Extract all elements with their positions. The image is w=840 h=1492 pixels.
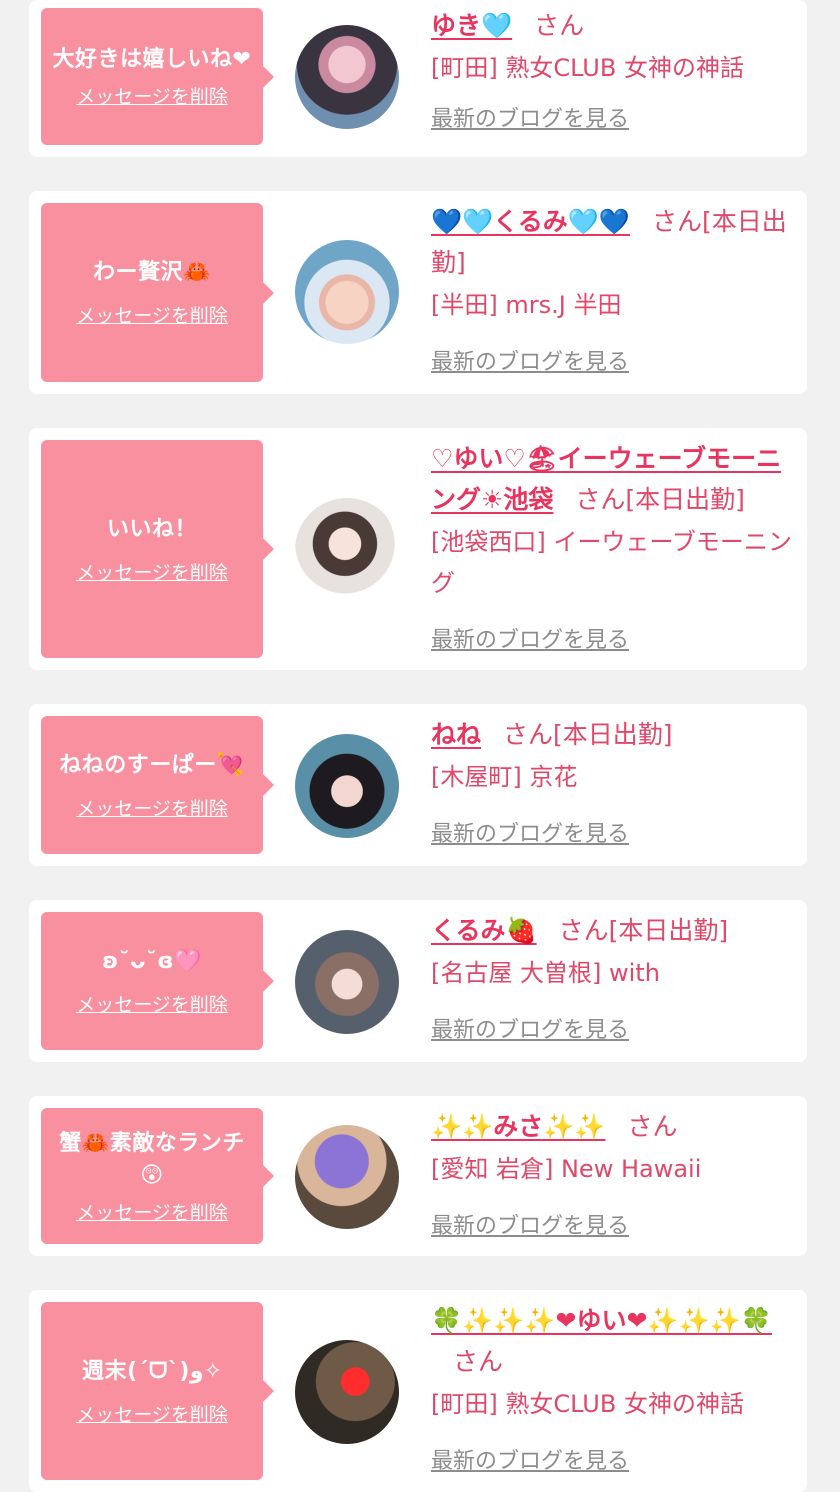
message-text: わー贅沢🦀 — [93, 260, 211, 285]
message-text: 大好きは嬉しいね❤ — [52, 47, 252, 72]
view-blog-link[interactable]: 最新のブログを見る — [431, 622, 629, 654]
message-bubble: 大好きは嬉しいね❤ メッセージを削除 — [41, 8, 274, 145]
shop-info: [愛知 岩倉] New Hawaii — [431, 1155, 702, 1183]
message-bubble: ʚ˘ᴗ˘ɞ🩷 メッセージを削除 — [41, 912, 274, 1050]
sender-name-link[interactable]: 🍀✨✨✨❤ゆい❤✨✨✨🍀 — [431, 1306, 772, 1335]
message-bubble: いいね！ メッセージを削除 — [41, 440, 274, 658]
name-suffix: さん[本日出勤] — [503, 720, 673, 749]
message-card: 蟹🦀素敵なランチ😲 メッセージを削除 ✨✨みさ✨✨ さん [愛知 岩倉] New … — [29, 1096, 807, 1256]
avatar[interactable] — [295, 498, 399, 602]
sender-name-link[interactable]: くるみ🍓 — [431, 916, 537, 945]
avatar[interactable] — [295, 1340, 399, 1444]
message-bubble: 週末(ˊᗜˋ)و✧ メッセージを削除 — [41, 1302, 274, 1480]
message-bubble: わー贅沢🦀 メッセージを削除 — [41, 203, 274, 382]
message-text: いいね！ — [106, 516, 197, 542]
shop-info: [池袋西口] イーウェーブモーニング — [431, 528, 792, 597]
shop-info: [木屋町] 京花 — [431, 763, 578, 791]
message-text: ʚ˘ᴗ˘ɞ🩷 — [102, 948, 202, 974]
avatar[interactable] — [295, 734, 399, 838]
delete-message-link[interactable]: メッセージを削除 — [76, 794, 228, 821]
message-bubble: 蟹🦀素敵なランチ😲 メッセージを削除 — [41, 1108, 274, 1244]
view-blog-link[interactable]: 最新のブログを見る — [431, 1208, 629, 1240]
sender-name-link[interactable]: ねね — [431, 720, 481, 749]
delete-message-link[interactable]: メッセージを削除 — [76, 558, 228, 585]
sender-name-link[interactable]: 💙🩵くるみ🩵💙 — [431, 207, 630, 236]
avatar[interactable] — [295, 240, 399, 344]
name-suffix: さん — [534, 11, 585, 40]
avatar[interactable] — [295, 25, 399, 129]
view-blog-link[interactable]: 最新のブログを見る — [431, 1443, 629, 1475]
view-blog-link[interactable]: 最新のブログを見る — [431, 1012, 629, 1044]
name-suffix: さん — [453, 1347, 504, 1376]
view-blog-link[interactable]: 最新のブログを見る — [431, 816, 629, 848]
message-card: ねねのすーぱー💘 メッセージを削除 ねね さん[本日出勤] [木屋町] 京花 最新… — [29, 704, 807, 866]
name-suffix: さん[本日出勤] — [558, 916, 729, 945]
delete-message-link[interactable]: メッセージを削除 — [76, 1400, 228, 1427]
delete-message-link[interactable]: メッセージを削除 — [76, 301, 228, 328]
message-card: わー贅沢🦀 メッセージを削除 💙🩵くるみ🩵💙 さん[本日出勤] [半田] mrs.… — [29, 191, 807, 394]
sender-info: ♡ゆい♡🏖イーウェーブモーニング☀池袋 さん[本日出勤] [池袋西口] イーウェー… — [431, 438, 797, 654]
sender-info: ゆき🩵 さん [町田] 熟女CLUB 女神の神話 最新のブログを見る — [431, 5, 797, 133]
shop-info: [半田] mrs.J 半田 — [431, 291, 622, 319]
shop-info: [町田] 熟女CLUB 女神の神話 — [431, 54, 744, 82]
delete-message-link[interactable]: メッセージを削除 — [76, 1198, 228, 1225]
message-card: ʚ˘ᴗ˘ɞ🩷 メッセージを削除 くるみ🍓 さん[本日出勤] [名古屋 大曽根] w… — [29, 900, 807, 1062]
avatar[interactable] — [295, 930, 399, 1034]
shop-info: [名古屋 大曽根] with — [431, 959, 660, 987]
message-card: 大好きは嬉しいね❤ メッセージを削除 ゆき🩵 さん [町田] 熟女CLUB 女神の… — [29, 0, 807, 157]
sender-name-link[interactable]: ゆき🩵 — [431, 11, 512, 40]
message-text: 週末(ˊᗜˋ)و✧ — [82, 1358, 222, 1384]
view-blog-link[interactable]: 最新のブログを見る — [431, 344, 629, 376]
shop-info: [町田] 熟女CLUB 女神の神話 — [431, 1390, 744, 1418]
delete-message-link[interactable]: メッセージを削除 — [76, 990, 228, 1017]
sender-name-link[interactable]: ✨✨みさ✨✨ — [431, 1112, 606, 1141]
sender-info: ✨✨みさ✨✨ さん [愛知 岩倉] New Hawaii 最新のブログを見る — [431, 1106, 797, 1240]
message-text: ねねのすーぱー💘 — [59, 752, 245, 778]
name-suffix: さん — [627, 1112, 678, 1141]
avatar[interactable] — [295, 1125, 399, 1229]
name-suffix: さん[本日出勤] — [575, 485, 745, 514]
view-blog-link[interactable]: 最新のブログを見る — [431, 101, 629, 133]
sender-info: 💙🩵くるみ🩵💙 さん[本日出勤] [半田] mrs.J 半田 最新のブログを見る — [431, 201, 797, 376]
sender-info: 🍀✨✨✨❤ゆい❤✨✨✨🍀 さん [町田] 熟女CLUB 女神の神話 最新のブログを… — [431, 1300, 797, 1475]
message-card: 週末(ˊᗜˋ)و✧ メッセージを削除 🍀✨✨✨❤ゆい❤✨✨✨🍀 さん [町田] 熟… — [29, 1290, 807, 1492]
message-card: いいね！ メッセージを削除 ♡ゆい♡🏖イーウェーブモーニング☀池袋 さん[本日出勤… — [29, 428, 807, 670]
sender-info: ねね さん[本日出勤] [木屋町] 京花 最新のブログを見る — [431, 714, 797, 848]
message-text: 蟹🦀素敵なランチ😲 — [59, 1130, 245, 1188]
message-bubble: ねねのすーぱー💘 メッセージを削除 — [41, 716, 274, 854]
delete-message-link[interactable]: メッセージを削除 — [76, 82, 228, 109]
sender-info: くるみ🍓 さん[本日出勤] [名古屋 大曽根] with 最新のブログを見る — [431, 910, 797, 1044]
